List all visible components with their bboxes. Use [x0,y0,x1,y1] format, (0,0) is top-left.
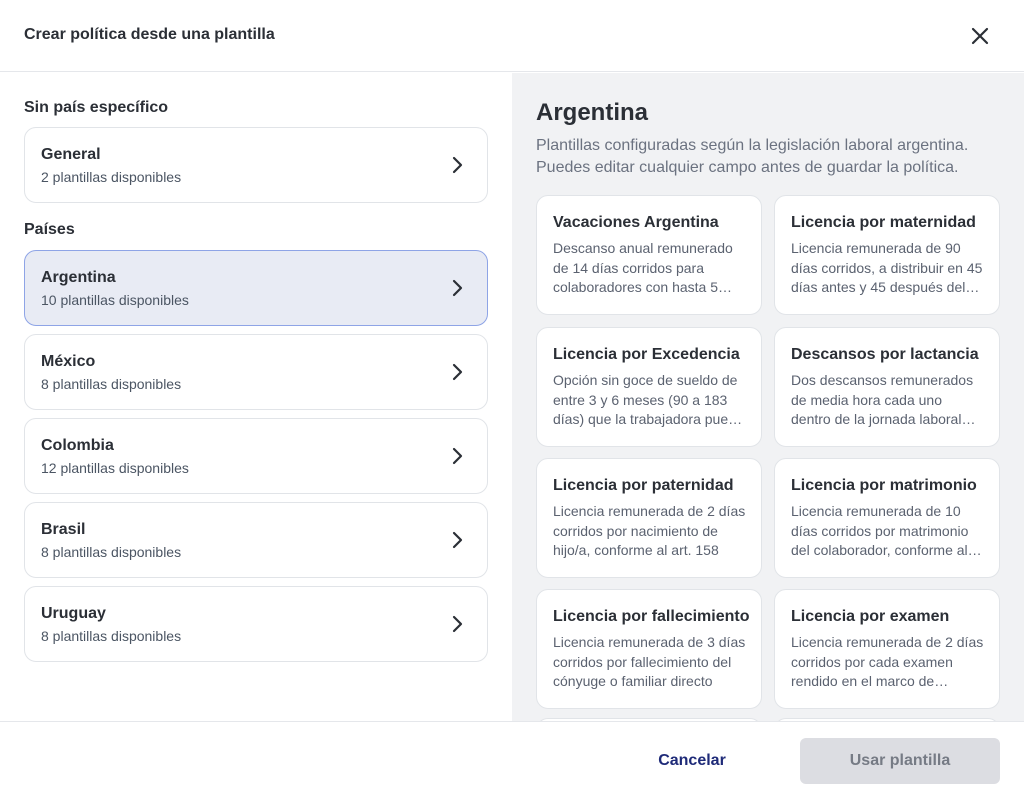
template-description: Licencia remunerada de 2 días corridos p… [553,503,746,558]
chevron-right-icon [452,615,463,633]
country-name: México [41,353,96,370]
template-title: Licencia por examen [791,608,950,625]
cancel-button[interactable]: Cancelar [640,738,744,784]
template-title: Licencia por paternidad [553,477,734,494]
template-count: 8 plantillas disponibles [41,376,182,392]
selected-country-title: Argentina [536,99,649,126]
template-title: Vacaciones Argentina [553,214,719,231]
country-list-pane: Sin país específico General 2 plantillas… [0,73,512,721]
template-count: 12 plantillas disponibles [41,460,189,476]
template-description: Licencia remunerada de 3 días corridos p… [553,634,746,689]
template-title: Licencia por matrimonio [791,477,977,494]
country-card-uruguay[interactable]: Uruguay 8 plantillas disponibles [24,586,488,662]
template-description: Licencia remunerada de 2 días corridos p… [791,634,984,689]
country-card-argentina[interactable]: Argentina 10 plantillas disponibles [24,250,488,326]
template-card[interactable]: Licencia por fallecimiento Licencia remu… [536,589,762,709]
chevron-right-icon [452,531,463,549]
chevron-right-icon [452,447,463,465]
template-count: 10 plantillas disponibles [41,292,189,308]
close-icon [971,27,989,45]
create-policy-dialog: Crear política desde una plantilla Sin p… [0,0,1024,800]
country-card-mexico[interactable]: México 8 plantillas disponibles [24,334,488,410]
country-card-general[interactable]: General 2 plantillas disponibles [24,127,488,203]
selected-country-description: Plantillas configuradas según la legisla… [536,137,969,176]
template-title: Licencia por fallecimiento [553,608,750,625]
dialog-header: Crear política desde una plantilla [0,0,1024,72]
template-count: 8 plantillas disponibles [41,628,182,644]
template-preview-pane[interactable]: Argentina Plantillas configuradas según … [512,73,1024,721]
template-description: Dos descansos remunerados de media hora … [791,372,974,427]
countries-label: Países [24,221,75,238]
template-description: Licencia remunerada de 90 días corridos,… [791,240,983,295]
no-country-label: Sin país específico [24,99,169,116]
country-name: Uruguay [41,605,106,622]
template-card[interactable]: Descansos por lactancia Dos descansos re… [774,327,1000,447]
template-card[interactable]: Licencia por Excedencia Opción sin goce … [536,327,762,447]
template-description: Descanso anual remunerado de 14 días cor… [553,240,733,295]
template-card[interactable]: Licencia por maternidad Licencia remuner… [774,195,1000,315]
use-template-button[interactable]: Usar plantilla [800,738,1000,784]
template-title: Licencia por maternidad [791,214,976,231]
template-description: Opción sin goce de sueldo de entre 3 y 6… [553,372,744,427]
template-card[interactable]: Licencia por examen Licencia remunerada … [774,589,1000,709]
dialog-footer: Cancelar Usar plantilla [0,721,1024,800]
country-name: Argentina [41,269,116,286]
template-card[interactable]: Licencia por paternidad Licencia remuner… [536,458,762,578]
close-button[interactable] [966,22,994,50]
country-card-colombia[interactable]: Colombia 12 plantillas disponibles [24,418,488,494]
chevron-right-icon [452,156,463,174]
template-count: 2 plantillas disponibles [41,169,182,185]
chevron-right-icon [452,363,463,381]
template-title: Licencia por Excedencia [553,346,740,363]
country-name: General [41,146,101,163]
dialog-title: Crear política desde una plantilla [24,26,275,43]
template-card[interactable]: Vacaciones Argentina Descanso anual remu… [536,195,762,315]
template-description: Licencia remunerada de 10 días corridos … [791,503,969,558]
country-name: Brasil [41,521,86,538]
template-card[interactable]: Licencia por matrimonio Licencia remuner… [774,458,1000,578]
chevron-right-icon [452,279,463,297]
template-title: Descansos por lactancia [791,346,979,363]
country-name: Colombia [41,437,114,454]
country-card-brasil[interactable]: Brasil 8 plantillas disponibles [24,502,488,578]
template-count: 8 plantillas disponibles [41,544,182,560]
